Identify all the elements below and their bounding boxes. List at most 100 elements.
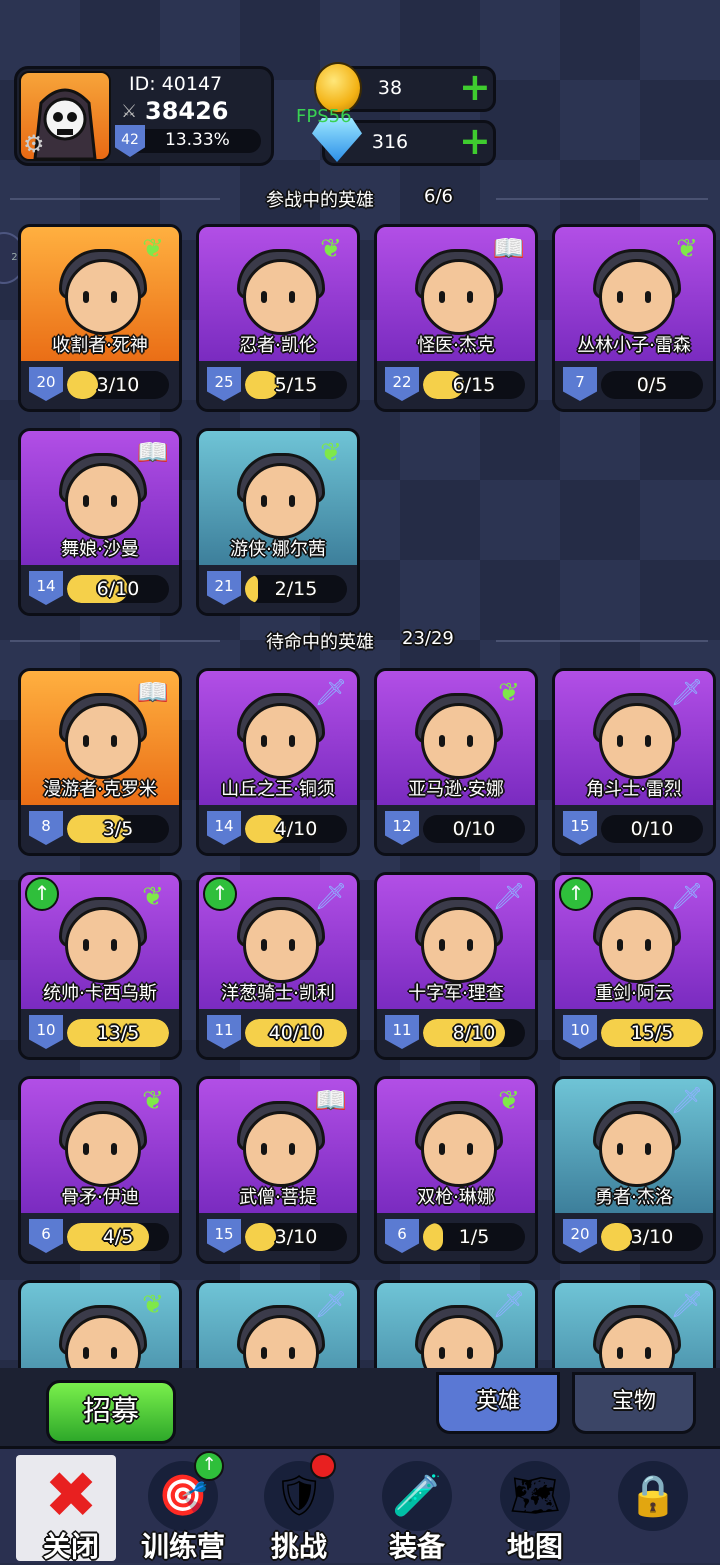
hero-card[interactable]: 🗡 角斗士·雷烈 15 0/10 xyxy=(552,668,716,856)
nav-training-camp[interactable]: 🎯 ↑ 训练营 xyxy=(128,1451,238,1563)
hero-eye xyxy=(439,291,445,303)
nav-close[interactable]: ✖ 关闭 xyxy=(16,1455,116,1563)
hero-card[interactable]: ❦ 忍者·凯伦 25 5/15 xyxy=(196,224,360,412)
hero-face xyxy=(421,703,497,779)
shard-progress-text: 0/10 xyxy=(452,818,496,840)
hero-eye xyxy=(289,1143,295,1155)
sword-class-icon: 🗡 xyxy=(670,1086,704,1116)
hero-status: 11 8/10 xyxy=(377,1009,535,1057)
book-class-icon: 📖 xyxy=(136,678,170,708)
add-coins-plus-icon[interactable]: + xyxy=(459,68,491,106)
upgrade-arrow-icon[interactable]: ↑ xyxy=(25,877,59,911)
hero-eye xyxy=(439,1347,445,1359)
nav-training-label: 训练营 xyxy=(140,1530,225,1563)
hero-card[interactable]: ❦ 双枪·琳娜 6 1/5 xyxy=(374,1076,538,1264)
leaf-class-icon: ❦ xyxy=(142,882,164,912)
hero-card[interactable]: 📖 舞娘·沙曼 14 6/10 xyxy=(18,428,182,616)
hero-level-shield: 11 xyxy=(385,1015,419,1049)
shard-progress-bar: 2/15 xyxy=(245,575,347,603)
hero-card[interactable]: ❦ 收割者·死神 20 3/10 xyxy=(18,224,182,412)
leaf-class-icon: ❦ xyxy=(320,234,342,264)
shard-progress-bar: 4/10 xyxy=(245,815,347,843)
recruit-button[interactable]: 招募 xyxy=(46,1380,176,1444)
shard-progress-bar: 4/5 xyxy=(67,1223,169,1251)
nav-map[interactable]: 🗺 地图 xyxy=(480,1455,590,1563)
player-avatar[interactable]: ⚙ xyxy=(19,71,111,161)
hero-eye xyxy=(261,1143,267,1155)
upgrade-arrow-icon: ↑ xyxy=(194,1451,224,1481)
hero-status: 15 0/10 xyxy=(555,805,713,853)
leaf-class-icon: ❦ xyxy=(320,438,342,468)
hero-name: 山丘之王·铜须 xyxy=(221,779,335,800)
hero-eye xyxy=(617,1143,623,1155)
book-class-icon: 📖 xyxy=(314,1086,348,1116)
hero-level-shield: 20 xyxy=(29,367,63,401)
hero-level-shield: 14 xyxy=(29,571,63,605)
settings-gear-icon[interactable]: ⚙ xyxy=(23,131,49,157)
hero-name: 忍者·凯伦 xyxy=(239,335,317,356)
hero-card[interactable]: 🗡 勇者·杰洛 20 3/10 xyxy=(552,1076,716,1264)
hero-status: 7 0/5 xyxy=(555,361,713,409)
hero-card[interactable]: ❦ ↑ 统帅·卡西乌斯 10 13/5 xyxy=(18,872,182,1060)
sword-class-icon: 🗡 xyxy=(314,1290,348,1320)
hero-status: 25 5/15 xyxy=(199,361,357,409)
hero-face xyxy=(65,703,141,779)
hero-card[interactable]: ❦ 骨矛·伊迪 6 4/5 xyxy=(18,1076,182,1264)
hero-face xyxy=(243,259,319,335)
shard-progress-bar: 6/10 xyxy=(67,575,169,603)
hero-card[interactable]: 🗡 十字军·理查 11 8/10 xyxy=(374,872,538,1060)
hero-card[interactable]: 🗡 山丘之王·铜须 14 4/10 xyxy=(196,668,360,856)
nav-map-label: 地图 xyxy=(506,1530,563,1563)
tab-heroes[interactable]: 英雄 xyxy=(436,1372,560,1434)
hero-face xyxy=(421,1111,497,1187)
shard-progress-bar: 0/10 xyxy=(423,815,525,843)
hero-card[interactable]: ❦ 丛林小子·雷森 7 0/5 xyxy=(552,224,716,412)
hero-eye xyxy=(261,939,267,951)
shard-progress-bar: 0/5 xyxy=(601,371,703,399)
hero-name: 勇者·杰洛 xyxy=(595,1187,673,1208)
hero-status: 10 13/5 xyxy=(21,1009,179,1057)
divider-line xyxy=(10,640,220,642)
hero-card[interactable]: 📖 怪医·杰克 22 6/15 xyxy=(374,224,538,412)
hero-name: 武僧·菩提 xyxy=(239,1187,317,1208)
nav-locked[interactable]: 🔒 xyxy=(598,1455,708,1561)
fps-counter: FPS56 xyxy=(296,106,352,127)
hero-face xyxy=(599,259,675,335)
hero-eye xyxy=(645,939,651,951)
shard-progress-text: 3/10 xyxy=(630,1226,674,1248)
hero-card[interactable]: 🗡 ↑ 洋葱骑士·凯利 11 40/10 xyxy=(196,872,360,1060)
hero-card[interactable]: 🗡 ↑ 重剑·阿云 10 15/5 xyxy=(552,872,716,1060)
hero-eye xyxy=(617,291,623,303)
upgrade-arrow-icon[interactable]: ↑ xyxy=(203,877,237,911)
hero-card[interactable]: ❦ 游侠·娜尔茜 21 2/15 xyxy=(196,428,360,616)
hero-eye xyxy=(439,939,445,951)
hero-eye xyxy=(261,495,267,507)
hero-name: 收割者·死神 xyxy=(52,335,148,356)
hero-card[interactable]: 📖 漫游者·克罗米 8 3/5 xyxy=(18,668,182,856)
player-profile-panel[interactable]: ⚙ ID: 40147 ⚔ 38426 42 13.33% xyxy=(14,66,274,166)
hero-eye xyxy=(83,291,89,303)
hero-name: 十字军·理查 xyxy=(408,983,504,1004)
upgrade-arrow-icon[interactable]: ↑ xyxy=(559,877,593,911)
hero-eye xyxy=(261,1347,267,1359)
leaf-class-icon: ❦ xyxy=(498,678,520,708)
hero-level-shield: 21 xyxy=(207,571,241,605)
shard-progress-text: 1/5 xyxy=(458,1226,490,1248)
hero-eye xyxy=(261,735,267,747)
tab-treasure[interactable]: 宝物 xyxy=(572,1372,696,1434)
hero-level-shield: 10 xyxy=(563,1015,597,1049)
hero-eye xyxy=(289,291,295,303)
hero-card[interactable]: 📖 武僧·菩提 15 3/10 xyxy=(196,1076,360,1264)
add-gems-plus-icon[interactable]: + xyxy=(459,122,491,160)
sword-class-icon: 🗡 xyxy=(314,882,348,912)
book-class-icon: 📖 xyxy=(492,234,526,264)
nav-challenge[interactable]: 🛡 挑战 xyxy=(244,1453,354,1563)
nav-equipment[interactable]: 🧪 装备 xyxy=(362,1455,472,1563)
shard-progress-text: 5/15 xyxy=(274,374,318,396)
sword-class-icon: 🗡 xyxy=(492,1290,526,1320)
nav-close-label: 关闭 xyxy=(42,1530,99,1563)
hero-status: 8 3/5 xyxy=(21,805,179,853)
divider-line xyxy=(496,198,708,200)
standby-heroes-header: 待命中的英雄 23/29 xyxy=(0,626,720,656)
hero-card[interactable]: ❦ 亚马逊·安娜 12 0/10 xyxy=(374,668,538,856)
